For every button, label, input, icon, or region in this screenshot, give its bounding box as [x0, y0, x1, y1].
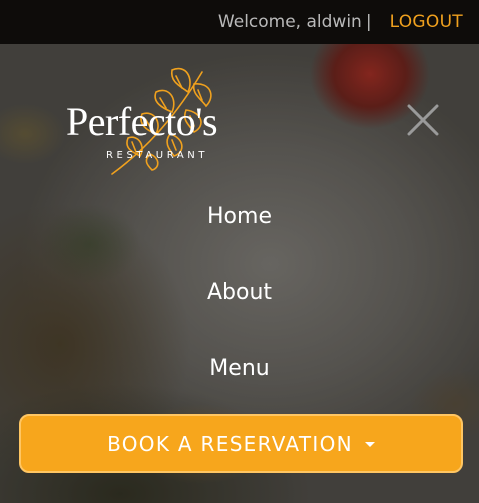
welcome-text: Welcome, aldwin: [217, 12, 362, 32]
book-reservation-button[interactable]: BOOK A RESERVATION: [19, 414, 463, 473]
logo-name: Perfecto's: [66, 99, 218, 144]
nav-item-home[interactable]: Home: [0, 204, 479, 229]
nav-item-about[interactable]: About: [0, 280, 479, 305]
top-bar: Welcome, aldwin | LOGOUT: [0, 0, 479, 44]
close-icon[interactable]: [403, 100, 443, 140]
logout-link[interactable]: LOGOUT: [390, 12, 463, 32]
logo-subtitle: RESTAURANT: [106, 150, 209, 161]
book-reservation-label: BOOK A RESERVATION: [107, 431, 353, 456]
nav-item-menu[interactable]: Menu: [0, 356, 479, 381]
separator: |: [365, 12, 372, 32]
caret-down-icon: [364, 442, 375, 447]
restaurant-logo[interactable]: Perfecto's RESTAURANT: [66, 62, 256, 180]
